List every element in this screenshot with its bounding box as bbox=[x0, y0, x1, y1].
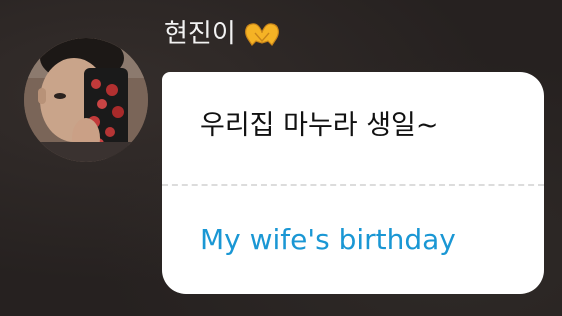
message-bubble[interactable]: 우리집 마누라 생일~ My wife's birthday bbox=[162, 72, 544, 294]
heart-hands-icon bbox=[242, 19, 282, 49]
avatar-photo bbox=[24, 38, 148, 162]
sender-name[interactable]: 현진이 bbox=[164, 18, 236, 50]
translation-divider bbox=[162, 184, 544, 186]
sender-header: 현진이 bbox=[164, 18, 282, 50]
avatar[interactable] bbox=[24, 38, 148, 162]
original-message-text: 우리집 마누라 생일~ bbox=[200, 110, 439, 141]
translated-message-text: My wife's birthday bbox=[200, 223, 456, 256]
